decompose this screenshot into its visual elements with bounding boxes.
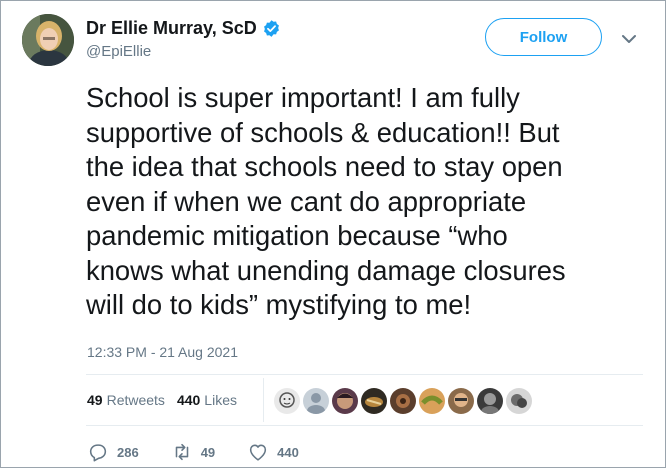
tweet-text-line: will do to kids” mystifying to me! (86, 289, 472, 320)
stats-separator (263, 378, 264, 422)
tweet-text-line: the idea that schools need to stay open (86, 151, 563, 182)
tweet-text-line: supportive of schools & education!! But (86, 116, 560, 148)
tweet-text-line: pandemic mitigation because “who (86, 220, 508, 251)
divider (86, 374, 643, 375)
engagement-stats: 49 Retweets 440 Likes (87, 392, 249, 408)
liker-avatar[interactable] (361, 388, 387, 414)
avatar-photo-icon (22, 14, 74, 66)
tweet-text-line: knows what unending damage closures (86, 254, 566, 286)
reply-icon (89, 444, 107, 462)
liker-avatar[interactable] (390, 388, 416, 414)
retweets-stat[interactable]: 49 Retweets (87, 392, 165, 408)
reply-button[interactable]: 286 (87, 441, 139, 463)
like-count: 440 (277, 444, 299, 460)
liker-avatar[interactable] (274, 388, 300, 414)
retweet-count: 49 (200, 444, 216, 460)
tweet-actions: 286 49 440 (87, 441, 331, 463)
author-handle[interactable]: @EpiEllie (86, 43, 281, 60)
liker-avatar[interactable] (303, 388, 329, 414)
likes-stat[interactable]: 440 Likes (177, 392, 237, 408)
author-block: Dr Ellie Murray, ScD @EpiEllie (86, 18, 281, 60)
liker-avatar[interactable] (477, 388, 503, 414)
retweet-icon (175, 443, 188, 461)
likes-count: 440 (176, 392, 201, 408)
verified-badge-icon (263, 20, 279, 37)
avatar[interactable] (22, 14, 74, 66)
follow-button[interactable]: Follow (485, 18, 602, 56)
tweet-text-line: School is super important! I am fully (86, 82, 520, 113)
liker-avatar[interactable] (419, 388, 445, 414)
liker-avatar[interactable] (332, 388, 358, 414)
retweets-label: Retweets (106, 392, 165, 408)
tweet-timestamp[interactable]: 12:33 PM - 21 Aug 2021 (87, 344, 238, 360)
chevron-down-icon[interactable] (620, 30, 638, 48)
heart-icon (250, 444, 267, 461)
liker-avatar[interactable] (448, 388, 474, 414)
liker-avatars (274, 388, 532, 414)
likes-label: Likes (204, 392, 237, 408)
retweet-button[interactable]: 49 (171, 441, 215, 463)
retweets-count: 49 (87, 392, 103, 408)
like-button[interactable]: 440 (247, 441, 299, 463)
liker-avatar[interactable] (506, 388, 532, 414)
tweet-text-line: even if when we cant do appropriate (86, 185, 527, 217)
tweet-header: Dr Ellie Murray, ScD @EpiEllie Follow (22, 13, 645, 69)
tweet-card: Dr Ellie Murray, ScD @EpiEllie Follow Sc… (0, 0, 666, 468)
tweet-text: School is super important! I am fully su… (86, 81, 646, 323)
divider (86, 425, 643, 426)
author-name[interactable]: Dr Ellie Murray, ScD (86, 18, 257, 39)
reply-count: 286 (117, 444, 139, 460)
